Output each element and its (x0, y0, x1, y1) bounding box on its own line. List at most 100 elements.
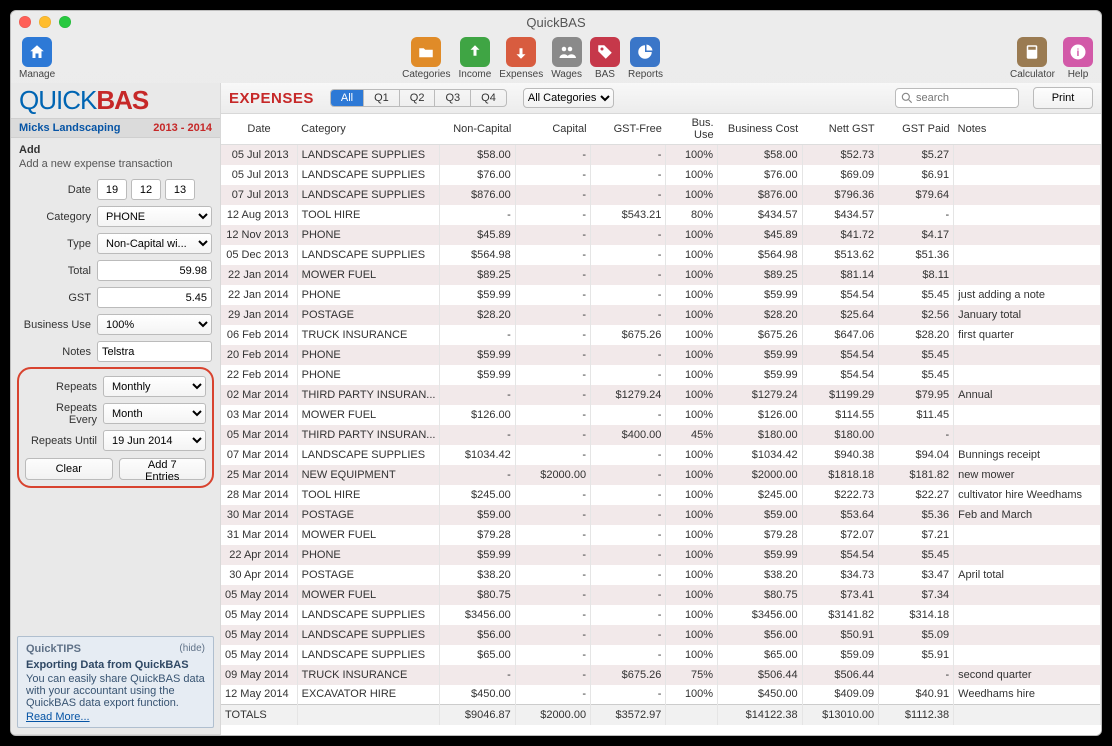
table-row[interactable]: 05 May 2014MOWER FUEL$80.75--100%$80.75$… (221, 585, 1101, 605)
table-row[interactable]: 12 Nov 2013PHONE$45.89--100%$45.89$41.72… (221, 225, 1101, 245)
cell-gf: - (591, 545, 666, 565)
search-input[interactable] (914, 91, 1014, 105)
cell-ng: $222.73 (802, 485, 878, 505)
date-year-input[interactable] (165, 179, 195, 200)
bas-button[interactable]: BAS (590, 37, 620, 80)
table-row[interactable]: 05 May 2014LANDSCAPE SUPPLIES$3456.00--1… (221, 605, 1101, 625)
table-row[interactable]: 07 Jul 2013LANDSCAPE SUPPLIES$876.00--10… (221, 185, 1101, 205)
column-header[interactable]: Bus. Use (666, 114, 718, 145)
table-row[interactable]: 29 Jan 2014POSTAGE$28.20--100%$28.20$25.… (221, 305, 1101, 325)
table-row[interactable]: 05 May 2014LANDSCAPE SUPPLIES$65.00--100… (221, 645, 1101, 665)
add-entries-button[interactable]: Add 7 Entries (119, 458, 207, 480)
table-row[interactable]: 05 Mar 2014THIRD PARTY INSURAN...--$400.… (221, 425, 1101, 445)
categories-button[interactable]: Categories (402, 37, 450, 80)
cell-cat: PHONE (297, 365, 440, 385)
filter-q3[interactable]: Q3 (434, 90, 470, 106)
column-header[interactable]: GST Paid (879, 114, 954, 145)
tips-hide-link[interactable]: (hide) (179, 643, 205, 655)
gst-input[interactable] (97, 287, 212, 308)
table-row[interactable]: 05 Dec 2013LANDSCAPE SUPPLIES$564.98--10… (221, 245, 1101, 265)
reports-button[interactable]: Reports (628, 37, 663, 80)
date-day-input[interactable] (97, 179, 127, 200)
type-select[interactable]: Non-Capital wi... (97, 233, 212, 254)
cell-cap: - (515, 585, 590, 605)
table-row[interactable]: 22 Jan 2014PHONE$59.99--100%$59.99$54.54… (221, 285, 1101, 305)
cell-bc: $2000.00 (718, 465, 803, 485)
cell-ng: $180.00 (802, 425, 878, 445)
minimize-icon[interactable] (39, 16, 51, 28)
bususe-select[interactable]: 100% (97, 314, 212, 335)
cell-gf: - (591, 445, 666, 465)
clear-button[interactable]: Clear (25, 458, 113, 480)
wages-button[interactable]: Wages (551, 37, 582, 80)
table-row[interactable]: 22 Jan 2014MOWER FUEL$89.25--100%$89.25$… (221, 265, 1101, 285)
table-row[interactable]: 22 Feb 2014PHONE$59.99--100%$59.99$54.54… (221, 365, 1101, 385)
category-select[interactable]: PHONE (97, 206, 212, 227)
cell-cat: LANDSCAPE SUPPLIES (297, 165, 440, 185)
filter-q4[interactable]: Q4 (470, 90, 506, 106)
date-month-input[interactable] (131, 179, 161, 200)
cell-date: 29 Jan 2014 (221, 305, 297, 325)
table-row[interactable]: 25 Mar 2014NEW EQUIPMENT-$2000.00-100%$2… (221, 465, 1101, 485)
table-row[interactable]: 31 Mar 2014MOWER FUEL$79.28--100%$79.28$… (221, 525, 1101, 545)
category-filter-select[interactable]: All Categories (523, 88, 614, 108)
cell-gp: $5.36 (879, 505, 954, 525)
close-icon[interactable] (19, 16, 31, 28)
column-header[interactable]: Capital (515, 114, 590, 145)
cell-date: 05 May 2014 (221, 625, 297, 645)
column-header[interactable]: Notes (954, 114, 1101, 145)
table-row[interactable]: 02 Mar 2014THIRD PARTY INSURAN...--$1279… (221, 385, 1101, 405)
total-input[interactable] (97, 260, 212, 281)
income-button[interactable]: Income (458, 37, 491, 80)
tips-readmore-link[interactable]: Read More... (26, 711, 90, 723)
cell-cat: LANDSCAPE SUPPLIES (297, 445, 440, 465)
cell-date: 22 Jan 2014 (221, 285, 297, 305)
table-row[interactable]: 30 Mar 2014POSTAGE$59.00--100%$59.00$53.… (221, 505, 1101, 525)
filter-all[interactable]: All (331, 90, 363, 106)
table-row[interactable]: 12 Aug 2013TOOL HIRE--$543.2180%$434.57$… (221, 205, 1101, 225)
repeats-select[interactable]: Monthly (103, 376, 206, 397)
filter-q2[interactable]: Q2 (399, 90, 435, 106)
search-box[interactable] (895, 88, 1019, 108)
manage-button[interactable]: Manage (19, 37, 55, 80)
zoom-icon[interactable] (59, 16, 71, 28)
table-scroll[interactable]: DateCategoryNon-CapitalCapitalGST-FreeBu… (221, 114, 1101, 735)
table-row[interactable]: 20 Feb 2014PHONE$59.99--100%$59.99$54.54… (221, 345, 1101, 365)
table-row[interactable]: 28 Mar 2014TOOL HIRE$245.00--100%$245.00… (221, 485, 1101, 505)
column-header[interactable]: GST-Free (591, 114, 666, 145)
table-row[interactable]: 05 May 2014LANDSCAPE SUPPLIES$56.00--100… (221, 625, 1101, 645)
table-row[interactable]: 30 Apr 2014POSTAGE$38.20--100%$38.20$34.… (221, 565, 1101, 585)
table-row[interactable]: 09 May 2014TRUCK INSURANCE--$675.2675%$5… (221, 665, 1101, 685)
cell-bc: $1279.24 (718, 385, 803, 405)
cell-cat: PHONE (297, 545, 440, 565)
table-row[interactable]: 06 Feb 2014TRUCK INSURANCE--$675.26100%$… (221, 325, 1101, 345)
column-header[interactable]: Date (221, 114, 297, 145)
column-header[interactable]: Non-Capital (440, 114, 515, 145)
help-button[interactable]: i Help (1063, 37, 1093, 80)
repeatsuntil-select[interactable]: 19 Jun 2014 (103, 430, 206, 451)
table-row[interactable]: 22 Apr 2014PHONE$59.99--100%$59.99$54.54… (221, 545, 1101, 565)
column-header[interactable]: Business Cost (718, 114, 803, 145)
cell-gf: - (591, 225, 666, 245)
cell-n (954, 405, 1101, 425)
table-row[interactable]: 07 Mar 2014LANDSCAPE SUPPLIES$1034.42--1… (221, 445, 1101, 465)
print-button[interactable]: Print (1033, 87, 1093, 109)
column-header[interactable]: Category (297, 114, 440, 145)
repeats-section: Repeats Monthly Repeats Every Month Repe… (17, 367, 214, 488)
cell-n: April total (954, 565, 1101, 585)
calculator-button[interactable]: Calculator (1010, 37, 1055, 80)
table-row[interactable]: 12 May 2014EXCAVATOR HIRE$450.00--100%$4… (221, 685, 1101, 705)
table-row[interactable]: 03 Mar 2014MOWER FUEL$126.00--100%$126.0… (221, 405, 1101, 425)
page-title: EXPENSES (229, 90, 314, 107)
cell-bc: $76.00 (718, 165, 803, 185)
repeatsevery-select[interactable]: Month (103, 403, 206, 424)
cell-gp: $51.36 (879, 245, 954, 265)
cell-bu: 100% (666, 385, 718, 405)
table-row[interactable]: 05 Jul 2013LANDSCAPE SUPPLIES$76.00--100… (221, 165, 1101, 185)
filter-q1[interactable]: Q1 (363, 90, 399, 106)
expenses-button[interactable]: Expenses (499, 37, 543, 80)
notes-input[interactable] (97, 341, 212, 362)
cell-n: new mower (954, 465, 1101, 485)
table-row[interactable]: 05 Jul 2013LANDSCAPE SUPPLIES$58.00--100… (221, 145, 1101, 165)
column-header[interactable]: Nett GST (802, 114, 878, 145)
